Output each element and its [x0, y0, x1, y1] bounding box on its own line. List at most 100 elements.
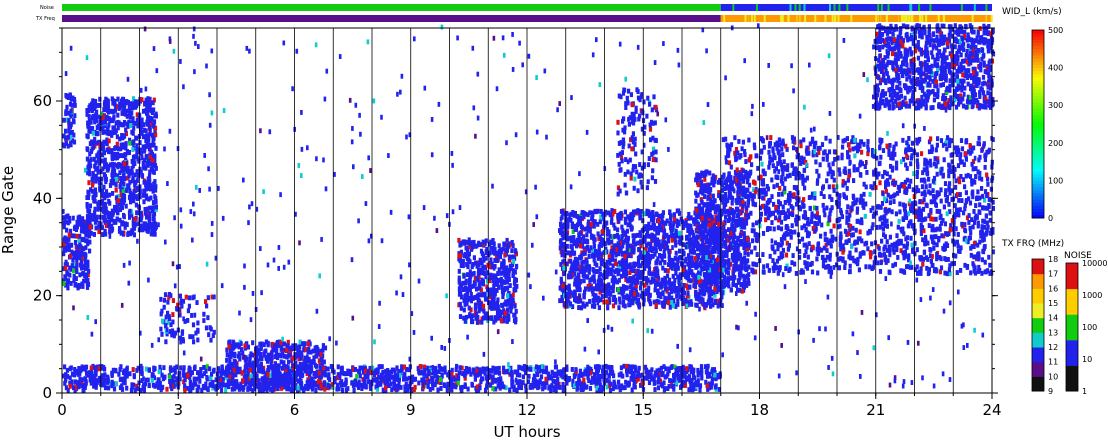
heatmap-cell [195, 387, 199, 393]
heatmap-cell [151, 167, 155, 173]
heatmap-cell [148, 142, 152, 148]
heatmap-cell [431, 380, 435, 386]
heatmap-cell [512, 318, 517, 323]
heatmap-cell [114, 187, 118, 193]
heatmap-cell [319, 356, 323, 362]
heatmap-cell [104, 189, 109, 195]
heatmap-cell [250, 381, 254, 387]
heatmap-cell [88, 203, 92, 209]
heatmap-cell [653, 387, 657, 392]
heatmap-cell [479, 242, 483, 247]
heatmap-cell [182, 368, 186, 374]
heatmap-cell [482, 315, 486, 321]
heatmap-cell [712, 367, 716, 372]
heatmap-cell [67, 117, 71, 123]
heatmap-cell [112, 219, 116, 224]
status-bar-speck [777, 15, 780, 22]
heatmap-cell [231, 339, 235, 345]
heatmap-cell [127, 150, 131, 156]
heatmap-cell [511, 273, 515, 278]
heatmap-cell [620, 373, 624, 379]
heatmap-cell [75, 262, 79, 268]
status-bar-speck [973, 4, 976, 11]
heatmap-cell [628, 302, 632, 308]
heatmap-cell [507, 299, 511, 305]
heatmap-cell [571, 378, 575, 384]
heatmap-cell [508, 304, 512, 310]
heatmap-cell [152, 181, 156, 187]
heatmap-cell [698, 387, 702, 393]
heatmap-cell [463, 302, 467, 307]
heatmap-cell [272, 344, 277, 350]
heatmap-cell [396, 386, 400, 392]
heatmap-cell [542, 369, 546, 374]
heatmap-cell [82, 264, 86, 270]
heatmap-cell [560, 249, 564, 255]
status-bar-speck [723, 15, 726, 22]
heatmap-cell [677, 367, 682, 373]
heatmap-cell [574, 367, 578, 372]
heatmap-cell [618, 296, 622, 302]
heatmap-cell [136, 386, 140, 392]
heatmap-cell [340, 367, 344, 372]
heatmap-cell [94, 225, 98, 231]
heatmap-cell [195, 300, 199, 305]
heatmap-cell [450, 378, 454, 384]
heatmap-cell [477, 262, 481, 268]
heatmap-cell [510, 296, 514, 302]
heatmap-cell [282, 353, 286, 359]
heatmap-cell [617, 379, 621, 385]
heatmap-cell [121, 97, 126, 102]
heatmap-cell [630, 211, 634, 217]
heatmap-cell [630, 387, 634, 393]
heatmap-cell [83, 255, 87, 261]
heatmap-cell [131, 147, 135, 152]
heatmap-cell [152, 123, 156, 128]
heatmap-cell [261, 379, 266, 385]
heatmap-cell [107, 211, 111, 216]
heatmap-cell [454, 367, 458, 373]
heatmap-cell [108, 117, 112, 123]
heatmap-cell [473, 302, 478, 308]
heatmap-cell [142, 199, 146, 205]
heatmap-cell [513, 285, 517, 290]
heatmap-cell [179, 365, 183, 371]
heatmap-cell [562, 265, 566, 271]
heatmap-cell [74, 379, 78, 385]
heatmap-cell [87, 191, 91, 197]
heatmap-cell [62, 251, 66, 257]
heatmap-cell [200, 387, 204, 393]
heatmap-cell [85, 203, 89, 209]
heatmap-cell [352, 382, 356, 388]
heatmap-cell [434, 369, 439, 375]
heatmap-cell [462, 287, 466, 292]
heatmap-cell [654, 211, 658, 217]
heatmap-cell [501, 303, 505, 309]
heatmap-cell [667, 383, 671, 389]
heatmap-cell [678, 248, 682, 254]
heatmap-cell [241, 378, 245, 384]
heatmap-cell [484, 387, 488, 393]
heatmap-cell [133, 182, 137, 188]
heatmap-cell [64, 93, 68, 98]
status-bar-speck [843, 15, 846, 22]
heatmap-cell [676, 298, 680, 304]
status-bar-speck [746, 15, 749, 22]
heatmap-cell [497, 365, 501, 371]
status-bar-speck [910, 4, 913, 11]
heatmap-cell [178, 293, 182, 299]
heatmap-cell [106, 105, 110, 111]
heatmap-cell [467, 366, 471, 372]
heatmap-cell [507, 254, 512, 260]
heatmap-cell [483, 366, 487, 372]
status-bar-speck [732, 4, 735, 11]
heatmap-cell [77, 367, 81, 373]
heatmap-cell [225, 357, 229, 363]
heatmap-cell [142, 382, 146, 388]
heatmap-cell [110, 170, 115, 176]
heatmap-cell [299, 384, 303, 390]
heatmap-cell [130, 170, 134, 176]
heatmap-cell [72, 139, 77, 145]
heatmap-cell [204, 299, 208, 305]
heatmap-cell [511, 268, 515, 274]
